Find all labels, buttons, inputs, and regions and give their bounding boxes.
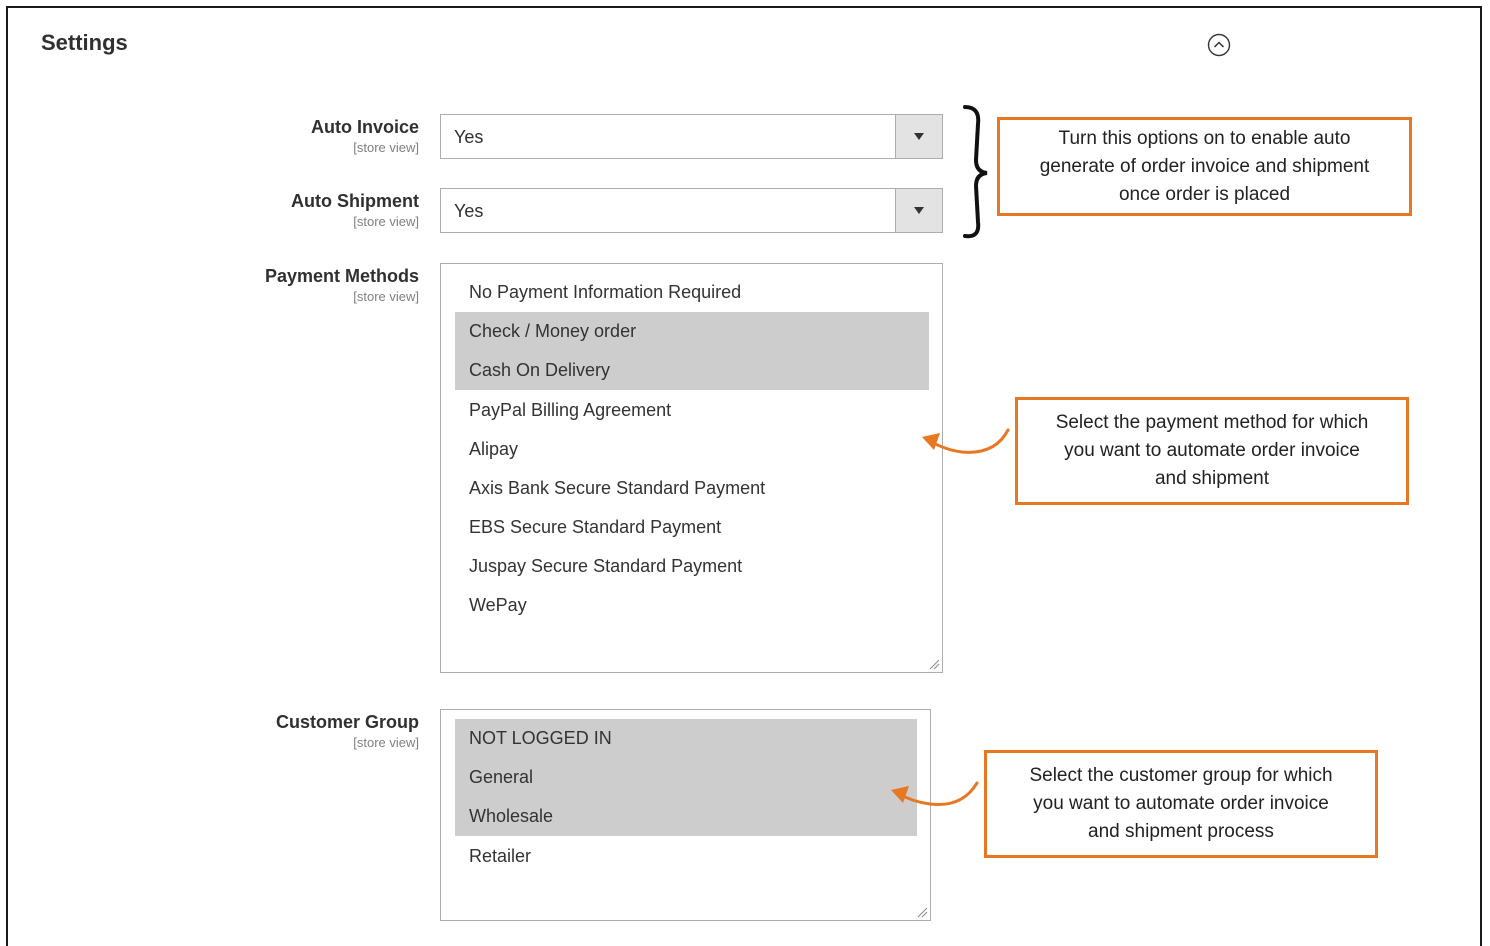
callout-line: Select the payment method for which: [1055, 412, 1369, 433]
list-item[interactable]: Axis Bank Secure Standard Payment: [455, 469, 929, 508]
customer-group-label: Customer Group: [275, 712, 419, 732]
auto-shipment-value: Yes: [454, 201, 484, 221]
payment-callout: Select the payment method for which you …: [1015, 397, 1409, 505]
callout-line: you want to automate order invoice: [1033, 793, 1329, 814]
auto-invoice-value: Yes: [454, 127, 484, 147]
callout-line: Select the customer group for which: [1029, 765, 1333, 786]
list-item[interactable]: Cash On Delivery: [455, 351, 929, 390]
callout-line: you want to automate order invoice: [1064, 440, 1360, 461]
auto-invoice-scope: [store view]: [353, 140, 419, 155]
chevron-down-icon[interactable]: [895, 115, 942, 158]
callout-line: Turn this options on to enable auto: [1058, 127, 1351, 149]
callout-line: once order is placed: [1118, 183, 1291, 205]
callout-line: and shipment: [1154, 468, 1270, 489]
callout-line: and shipment process: [1088, 821, 1274, 842]
list-item[interactable]: EBS Secure Standard Payment: [455, 508, 929, 547]
auto-shipment-scope: [store view]: [353, 214, 419, 229]
auto-invoice-select[interactable]: Yes: [440, 114, 943, 159]
collapse-icon[interactable]: [1207, 33, 1231, 57]
callout-line: generate of order invoice and shipment: [1039, 155, 1370, 177]
customer-group-scope: [store view]: [353, 735, 419, 750]
customer-group-multiselect[interactable]: NOT LOGGED IN General Wholesale Retailer: [440, 709, 931, 921]
list-item[interactable]: PayPal Billing Agreement: [455, 391, 929, 430]
auto-shipment-label: Auto Shipment: [291, 191, 419, 211]
customer-callout: Select the customer group for which you …: [984, 750, 1378, 858]
list-item[interactable]: NOT LOGGED IN: [455, 719, 917, 758]
auto-invoice-label: Auto Invoice: [310, 117, 419, 137]
list-item[interactable]: Wholesale: [455, 797, 917, 836]
auto-callout: Turn this options on to enable auto gene…: [997, 117, 1412, 216]
list-item[interactable]: Retailer: [455, 837, 917, 876]
list-item[interactable]: Check / Money order: [455, 312, 929, 351]
resize-handle-icon[interactable]: [928, 658, 940, 670]
list-item[interactable]: No Payment Information Required: [455, 273, 929, 312]
list-item[interactable]: WePay: [455, 586, 929, 625]
list-item[interactable]: Juspay Secure Standard Payment: [455, 547, 929, 586]
payment-methods-scope: [store view]: [353, 289, 419, 304]
auto-shipment-select[interactable]: Yes: [440, 188, 943, 233]
payment-methods-label: Payment Methods: [264, 266, 419, 286]
resize-handle-icon[interactable]: [916, 906, 928, 918]
list-item[interactable]: Alipay: [455, 430, 929, 469]
chevron-down-icon[interactable]: [895, 189, 942, 232]
section-title: Settings: [41, 30, 128, 55]
payment-methods-multiselect[interactable]: No Payment Information Required Check / …: [440, 263, 943, 673]
list-item[interactable]: General: [455, 758, 917, 797]
